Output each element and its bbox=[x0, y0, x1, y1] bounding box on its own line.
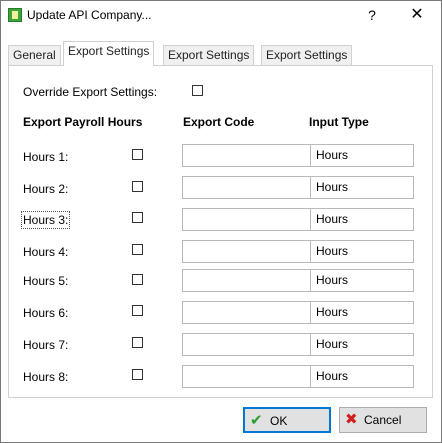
hours-2-input-type[interactable]: Hours bbox=[310, 176, 414, 199]
hours-3-export-code-input[interactable] bbox=[182, 208, 312, 231]
hours-2-export-code-input[interactable] bbox=[182, 176, 312, 199]
hours-4-checkbox[interactable] bbox=[132, 244, 143, 255]
window-title: Update API Company... bbox=[27, 8, 152, 22]
hours-2-label: Hours 2: bbox=[23, 182, 69, 196]
checkmark-icon: ✔ bbox=[250, 412, 263, 429]
hours-6-input-type[interactable]: Hours bbox=[310, 301, 414, 324]
hours-8-input-type[interactable]: Hours bbox=[310, 365, 414, 388]
hours-4-label: Hours 4: bbox=[23, 245, 69, 259]
hours-5-input-type[interactable]: Hours bbox=[310, 269, 414, 292]
help-button[interactable]: ? bbox=[360, 5, 384, 25]
hours-4-export-code-input[interactable] bbox=[182, 240, 312, 263]
hours-6-checkbox[interactable] bbox=[132, 305, 143, 316]
hours-7-checkbox[interactable] bbox=[132, 337, 143, 348]
hours-5-export-code-input[interactable] bbox=[182, 269, 312, 292]
tab-export-settings-2[interactable]: Export Settings bbox=[163, 45, 255, 65]
hours-3-input-type[interactable]: Hours bbox=[310, 208, 414, 231]
tab-export-settings-3[interactable]: Export Settings bbox=[261, 45, 353, 65]
hours-8-label: Hours 8: bbox=[23, 370, 69, 384]
header-export-code: Export Code bbox=[183, 115, 255, 129]
hours-7-export-code-input[interactable] bbox=[182, 333, 312, 356]
tab-general[interactable]: General bbox=[8, 45, 61, 65]
ok-button-label: OK bbox=[270, 414, 288, 428]
hours-6-label: Hours 6: bbox=[23, 306, 69, 320]
tab-export-settings-1[interactable]: Export Settings bbox=[63, 41, 155, 66]
cancel-button[interactable]: ✖ Cancel bbox=[339, 407, 427, 433]
close-button[interactable]: ✕ bbox=[405, 5, 429, 25]
ok-button[interactable]: ✔ OK bbox=[243, 407, 331, 433]
hours-3-checkbox[interactable] bbox=[132, 212, 143, 223]
x-icon: ✖ bbox=[345, 411, 358, 428]
hours-1-input-type[interactable]: Hours bbox=[310, 144, 414, 167]
hours-2-checkbox[interactable] bbox=[132, 181, 143, 192]
override-checkbox[interactable] bbox=[192, 85, 203, 96]
hours-1-label: Hours 1: bbox=[23, 150, 69, 164]
hours-8-checkbox[interactable] bbox=[132, 369, 143, 380]
hours-8-export-code-input[interactable] bbox=[182, 365, 312, 388]
header-input-type: Input Type bbox=[309, 115, 369, 129]
hours-4-input-type[interactable]: Hours bbox=[310, 240, 414, 263]
hours-3-label: Hours 3: bbox=[20, 211, 71, 229]
override-label: Override Export Settings: bbox=[23, 85, 158, 99]
header-export-payroll-hours: Export Payroll Hours bbox=[23, 115, 143, 129]
hours-7-label: Hours 7: bbox=[23, 338, 69, 352]
hours-6-export-code-input[interactable] bbox=[182, 301, 312, 324]
hours-7-input-type[interactable]: Hours bbox=[310, 333, 414, 356]
app-icon bbox=[8, 8, 22, 22]
hours-1-export-code-input[interactable] bbox=[182, 144, 312, 167]
title-bar[interactable]: Update API Company... ? ✕ bbox=[1, 1, 441, 31]
dialog-window: Update API Company... ? ✕ General Export… bbox=[0, 0, 442, 443]
hours-1-checkbox[interactable] bbox=[132, 149, 143, 160]
hours-5-checkbox[interactable] bbox=[132, 274, 143, 285]
hours-5-label: Hours 5: bbox=[23, 274, 69, 288]
cancel-button-label: Cancel bbox=[364, 413, 402, 427]
